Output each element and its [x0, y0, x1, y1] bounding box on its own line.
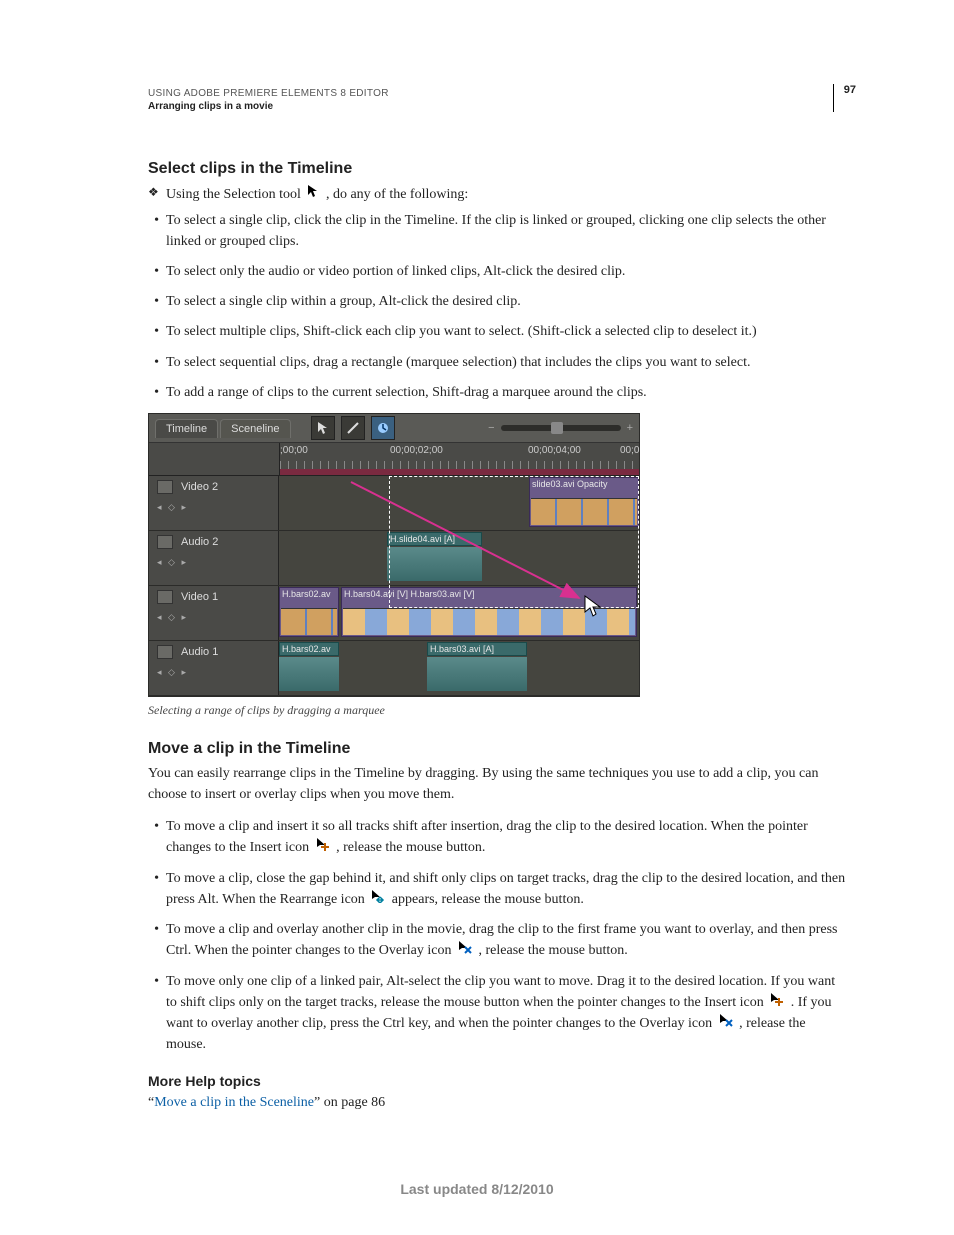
page: USING ADOBE PREMIERE ELEMENTS 8 EDITOR A…: [0, 0, 954, 1235]
lead-item: Using the Selection tool , do any of the…: [166, 184, 848, 205]
zoom-out-button[interactable]: −: [488, 422, 494, 434]
track-video1[interactable]: H.bars02.av H.bars04.avi [V] H.bars03.av…: [279, 586, 639, 640]
film-icon: [157, 590, 173, 604]
select-bullets: To select a single clip, click the clip …: [148, 211, 848, 403]
bullet-item: To select a single clip, click the clip …: [166, 211, 848, 252]
time-ruler[interactable]: ;00;00 00;00;02;00 00;00;04;00 00;0: [280, 443, 639, 475]
bullet-item: To select only the audio or video portio…: [166, 262, 848, 282]
clip-slide03[interactable]: slide03.avi Opacity: [529, 477, 639, 527]
track-audio1[interactable]: H.bars02.av H.bars03.avi [A]: [279, 641, 639, 695]
clip-bars03a[interactable]: H.bars03.avi [A]: [427, 642, 527, 656]
bullet-item: To move a clip and overlay another clip …: [166, 920, 848, 962]
clip-bars0403v[interactable]: H.bars04.avi [V] H.bars03.avi [V]: [341, 587, 637, 637]
overlay-cursor-icon: [719, 1013, 733, 1034]
clip-bars02v[interactable]: H.bars02.av: [279, 587, 339, 637]
figure-caption: Selecting a range of clips by dragging a…: [148, 703, 848, 718]
keyframe-nav-icon[interactable]: ◂ ◇ ▸: [157, 667, 188, 678]
heading-move-clip: Move a clip in the Timeline: [148, 740, 848, 758]
speaker-icon: [157, 645, 173, 659]
bullet-item: To move only one clip of a linked pair, …: [166, 972, 848, 1055]
track-header-audio2[interactable]: Audio 2 ◂ ◇ ▸: [149, 531, 279, 585]
film-icon: [157, 480, 173, 494]
selection-tool-button[interactable]: [311, 416, 335, 440]
running-header: USING ADOBE PREMIERE ELEMENTS 8 EDITOR A…: [148, 88, 848, 112]
razor-tool-button[interactable]: [341, 416, 365, 440]
timecode: ;00;00: [280, 445, 308, 456]
keyframe-nav-icon[interactable]: ◂ ◇ ▸: [157, 557, 188, 568]
track-audio2[interactable]: H.slide04.avi [A]: [279, 531, 639, 585]
selection-tool-icon: [307, 184, 319, 205]
clip-bars02a[interactable]: H.bars02.av: [279, 642, 339, 656]
page-number: 97: [833, 84, 856, 112]
track-header-audio1[interactable]: Audio 1 ◂ ◇ ▸: [149, 641, 279, 695]
bullet-item: To add a range of clips to the current s…: [166, 383, 848, 403]
speaker-icon: [157, 535, 173, 549]
bullet-item: To select a single clip within a group, …: [166, 292, 848, 312]
move-bullets: To move a clip and insert it so all trac…: [148, 817, 848, 1055]
bullet-item: To move a clip, close the gap behind it,…: [166, 869, 848, 911]
lead-list: Using the Selection tool , do any of the…: [148, 184, 848, 205]
bullet-item: To move a clip and insert it so all trac…: [166, 817, 848, 859]
bullet-item: To select multiple clips, Shift-click ea…: [166, 322, 848, 342]
insert-cursor-icon: [770, 992, 784, 1013]
link-move-clip-sceneline[interactable]: Move a clip in the Sceneline: [154, 1095, 314, 1110]
header-chapter-title: Arranging clips in a movie: [148, 101, 848, 112]
intro-paragraph: You can easily rearrange clips in the Ti…: [148, 764, 848, 805]
bullet-item: To select sequential clips, drag a recta…: [166, 353, 848, 373]
tab-timeline[interactable]: Timeline: [155, 419, 218, 438]
more-help-heading: More Help topics: [148, 1073, 848, 1089]
timeline-screenshot: Timeline Sceneline − + ;00;00 00;00;02: [148, 413, 640, 697]
header-book-title: USING ADOBE PREMIERE ELEMENTS 8 EDITOR: [148, 88, 848, 99]
timecode: 00;0: [620, 445, 639, 456]
zoom-in-button[interactable]: +: [627, 422, 633, 434]
heading-select-clips: Select clips in the Timeline: [148, 160, 848, 178]
timecode: 00;00;02;00: [390, 445, 443, 456]
footer-updated: Last updated 8/12/2010: [0, 1181, 954, 1197]
zoom-slider[interactable]: [501, 425, 621, 431]
keyframe-nav-icon[interactable]: ◂ ◇ ▸: [157, 502, 188, 513]
properties-button[interactable]: [371, 416, 395, 440]
tab-sceneline[interactable]: Sceneline: [220, 419, 290, 438]
timecode: 00;00;04;00: [528, 445, 581, 456]
rearrange-cursor-icon: [371, 889, 385, 910]
keyframe-nav-icon[interactable]: ◂ ◇ ▸: [157, 612, 188, 623]
help-link-line: “Move a clip in the Sceneline” on page 8…: [148, 1093, 848, 1113]
overlay-cursor-icon: [458, 940, 472, 961]
clip-slide04a[interactable]: H.slide04.avi [A]: [387, 532, 482, 546]
track-header-video1[interactable]: Video 1 ◂ ◇ ▸: [149, 586, 279, 640]
track-video2[interactable]: slide03.avi Opacity: [279, 476, 639, 530]
track-header-video2[interactable]: Video 2 ◂ ◇ ▸: [149, 476, 279, 530]
insert-cursor-icon: [316, 837, 330, 858]
